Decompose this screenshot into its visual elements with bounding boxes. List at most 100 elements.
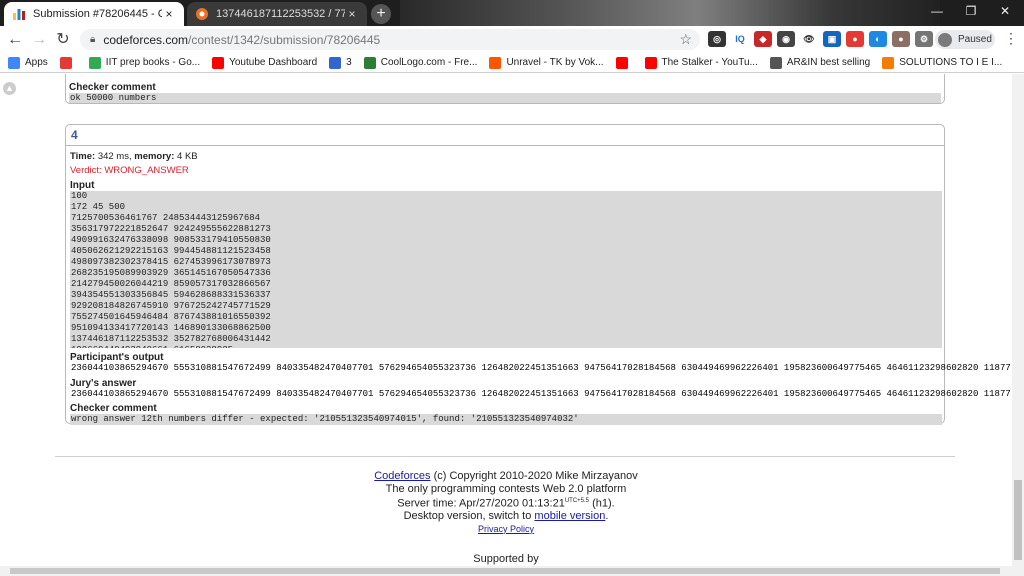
checker-comment-label: Checker comment [70,403,157,414]
apps-grid-icon [8,56,20,69]
cookie-extension-icon[interactable]: ● [892,31,910,47]
bookmark-item[interactable]: Apps [8,56,48,69]
bookmark-item[interactable]: IIT prep books - Go... [88,56,201,69]
platform-text: The only programming contests Web 2.0 pl… [385,482,627,495]
browser-toolbar: ← → ↻ 🔒︎ codeforces.com/contest/1342/sub… [0,26,1024,53]
extension-icon[interactable]: ● [846,31,864,47]
desktop-prefix: Desktop version, switch to [403,510,532,523]
tab-close-icon[interactable]: × [345,7,359,21]
bookmark-favicon-icon [615,56,628,69]
codeforces-favicon-icon [12,7,26,21]
jury-answer-label: Jury's answer [70,378,137,389]
footer: Codeforces (c) Copyright 2010-2020 Mike … [0,470,1012,566]
profile-button[interactable]: Paused [935,30,995,49]
test-number: 4 [71,128,78,142]
timezone: UTC+5.5 [564,498,590,504]
bookmark-favicon-icon [363,56,376,69]
input-line: 951094133417720143 146890133068862500 [71,323,271,333]
input-line: 356317972221852647 924249555622881273 [71,224,271,234]
tab-test-page[interactable]: 137446187112253532 / 7740 - W × [187,2,367,26]
url-host: codeforces.com [103,32,189,47]
menu-dots-icon[interactable]: ⋮ [1004,30,1018,47]
lock-icon: 🔒︎ [90,34,96,45]
iq-extension-icon[interactable]: IQ [731,31,749,47]
bookmark-label: Youtube Dashboard [229,57,318,68]
jury-answer-value: 236044103865294670 555310881547672499 84… [71,389,1010,399]
input-box: 100 172 45 500 7125700536461767 2485344431… [70,191,942,348]
scroll-thumb[interactable] [1014,480,1022,560]
bookmark-favicon-icon [88,56,101,69]
bookmark-favicon-icon [212,56,225,69]
tab-title: Submission #78206445 - Codefo [33,8,162,20]
bookmark-favicon-icon [644,56,657,69]
bookmark-favicon-icon [329,56,342,69]
footer-divider [55,456,955,457]
extensions-row: ◎ IQ ◆ ◉ 👁︎ ▣ ● ◐ ● ⚙ ▤ [708,31,956,47]
horizontal-scrollbar[interactable] [0,566,1012,576]
vertical-scrollbar[interactable] [1012,74,1024,576]
input-label: Input [70,180,95,191]
bookmark-label: The Stalker - YouTu... [661,57,758,68]
bookmark-item[interactable]: AR&IN best selling [769,56,870,69]
bookmark-label: IIT prep books - Go... [105,57,201,68]
test-card: 4 Time: 342 ms, memory: 4 KB Verdict: WR… [65,124,1010,425]
scroll-top-icon[interactable]: ▲ [3,82,16,95]
privacy-line: Privacy Policy [0,523,1012,536]
server-time: Server time: Apr/27/2020 01:13:21 [397,497,565,510]
bookmark-item[interactable]: CoolLogo.com - Fre... [363,56,477,69]
mobile-version-link[interactable]: mobile version [534,510,605,522]
tab-close-icon[interactable]: × [162,7,176,21]
maximize-button[interactable]: ❐ [954,0,988,22]
participant-output-value: 236044103865294670 555310881547672499 84… [71,363,1010,373]
bookmark-star-icon[interactable]: ☆ [679,31,692,48]
server-suffix: (h1). [592,497,615,510]
copyright-text: (c) Copyright 2010-2020 Mike Mirzayanov [433,470,638,482]
new-tab-button[interactable]: + [371,4,391,24]
extension-icon[interactable]: ◉ [777,31,795,47]
back-icon[interactable]: ← [2,27,28,53]
address-bar[interactable]: 🔒︎ codeforces.com/contest/1342/submissio… [80,29,700,50]
tab-strip: Submission #78206445 - Codefo × 13744618… [0,0,1024,26]
bookmark-item[interactable]: 3 [329,56,352,69]
extension-icon[interactable]: ◆ [754,31,772,47]
extension-icon[interactable]: ▣ [823,31,841,47]
extension-icon[interactable]: ⚙ [915,31,933,47]
verdict-line: Verdict: WRONG_ANSWER [70,165,942,176]
scroll-thumb[interactable] [10,568,1000,574]
profile-status: Paused [958,34,992,45]
input-line: 268235195089903929 365145167050547336 [71,268,271,278]
input-line: 137446187112253532 352782768006431442 [71,334,271,344]
tab-title: 137446187112253532 / 7740 - W [216,8,345,20]
url-path: /contest/1342/submission/78206445 [188,32,381,47]
copyright-line: Codeforces (c) Copyright 2010-2020 Mike … [0,470,1012,483]
input-line: 755274501645946484 876743881016550392 [71,312,271,322]
bookmark-item[interactable] [59,56,77,69]
orange-favicon-icon [195,7,209,21]
eye-extension-icon[interactable]: 👁︎ [800,31,818,47]
avatar [938,32,952,47]
previous-test-card [65,74,945,104]
input-line: 100 [71,191,88,201]
window-close-button[interactable]: ✕ [988,0,1022,22]
bookmark-item[interactable] [615,56,633,69]
participant-output-label: Participant's output [70,352,164,363]
bookmark-item[interactable]: Unravel - TK by Vok... [489,56,604,69]
extension-icon[interactable]: ◎ [708,31,726,47]
tab-submission[interactable]: Submission #78206445 - Codefo × [4,2,184,26]
input-line: 490991632476338098 908533179410550830 [71,235,271,245]
input-line: 394354551303356845 594628688331536337 [71,290,271,300]
codeforces-link[interactable]: Codeforces [374,470,430,482]
privacy-policy-link[interactable]: Privacy Policy [478,524,534,534]
bookmark-item[interactable]: Youtube Dashboard [212,56,318,69]
extension-icon[interactable]: ◐ [869,31,887,47]
bookmark-favicon-icon [882,56,895,69]
verdict-label: Verdict: [70,165,102,176]
bookmark-favicon-icon [489,56,502,69]
input-line: 498097382302378415 627453996173078973 [71,257,271,267]
verdict-value: WRONG_ANSWER [104,165,189,176]
bookmark-item[interactable]: SOLUTIONS TO I E I... [882,56,1002,69]
forward-icon[interactable]: → [26,27,52,53]
reload-icon[interactable]: ↻ [50,27,76,53]
bookmark-item[interactable]: The Stalker - YouTu... [644,56,758,69]
minimize-button[interactable]: — [920,0,954,22]
